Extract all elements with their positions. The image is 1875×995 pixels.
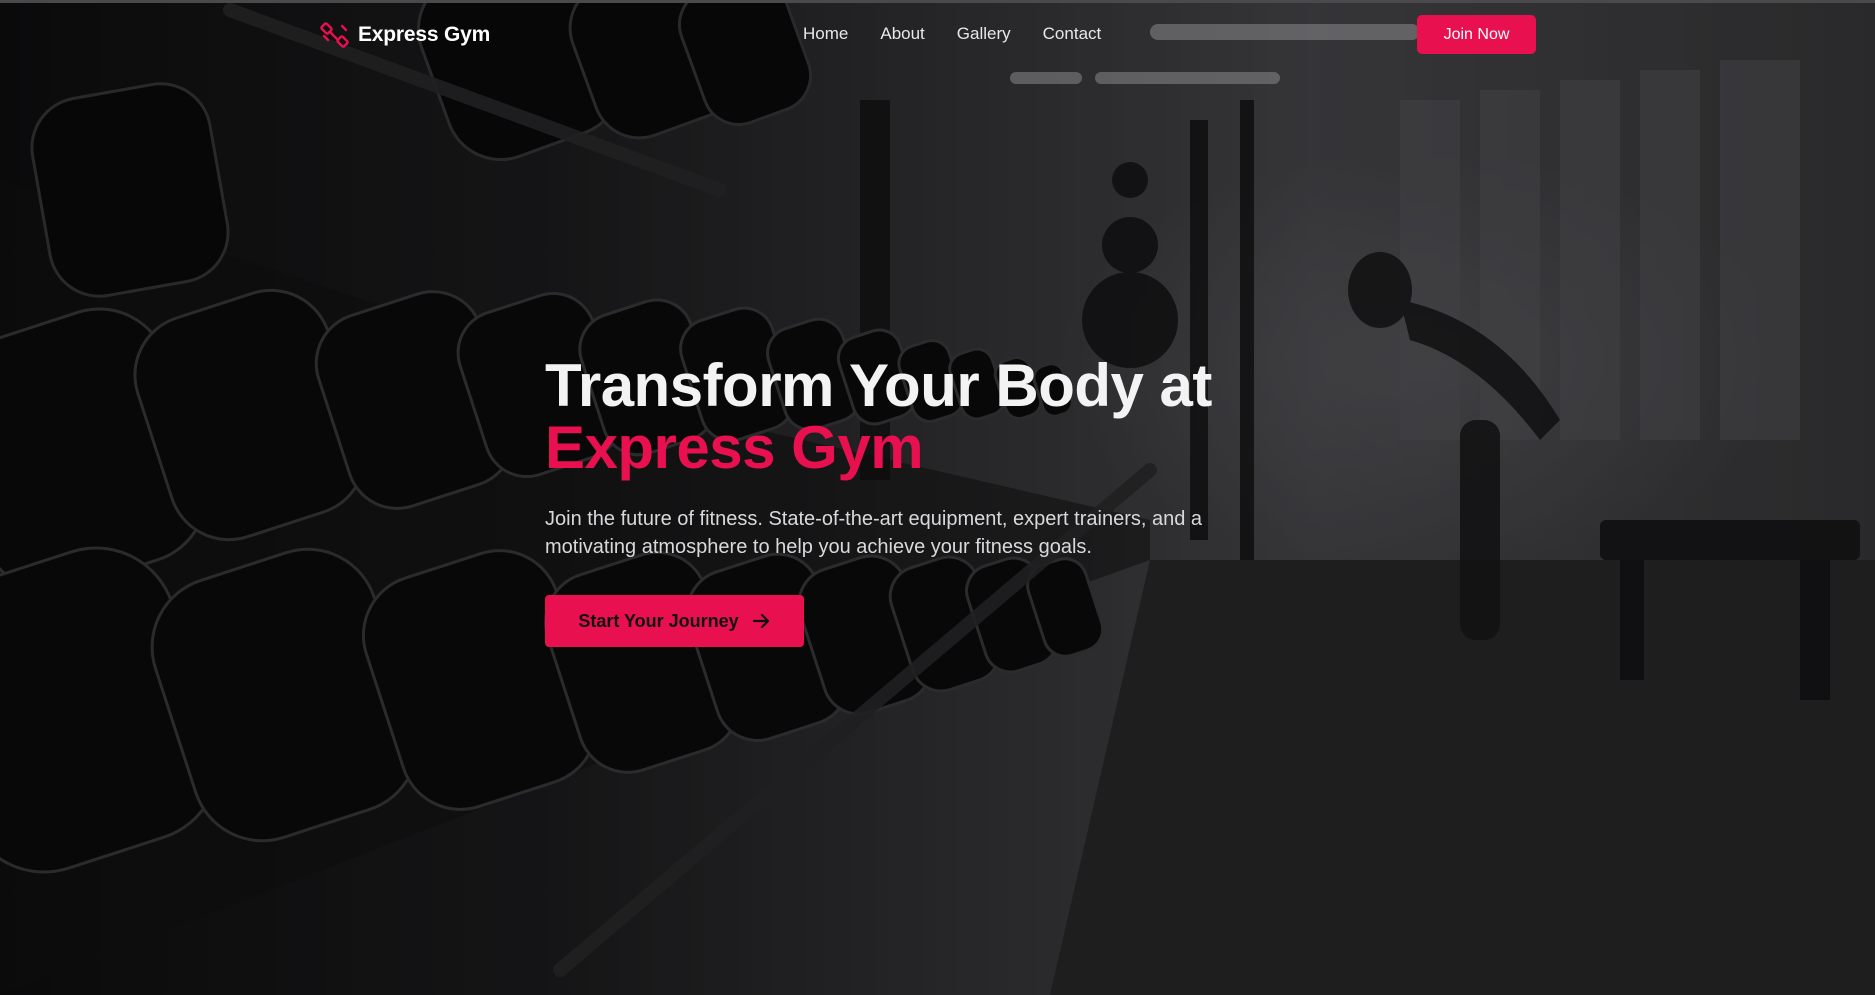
nav-link-gallery[interactable]: Gallery (957, 24, 1011, 44)
hero-section: Transform Your Body at Express Gym Join … (545, 355, 1305, 647)
hero-title-brand: Express Gym (545, 414, 924, 481)
cta-label: Start Your Journey (578, 610, 739, 631)
navbar: Express Gym Home About Gallery Contact J… (0, 0, 1875, 70)
nav-links: Home About Gallery Contact (803, 24, 1101, 44)
hero-title: Transform Your Body at Express Gym (545, 355, 1305, 479)
landing-page: Express Gym Home About Gallery Contact J… (0, 0, 1875, 995)
arrow-right-icon (751, 611, 771, 631)
hero-title-line1: Transform Your Body at (545, 352, 1212, 419)
brand-logo-link[interactable]: Express Gym (320, 20, 490, 50)
nav-link-contact[interactable]: Contact (1043, 24, 1102, 44)
brand-name: Express Gym (358, 23, 491, 46)
nav-link-about[interactable]: About (880, 24, 924, 44)
dumbbell-icon (320, 20, 350, 50)
start-journey-button[interactable]: Start Your Journey (545, 595, 804, 647)
nav-link-home[interactable]: Home (803, 24, 848, 44)
hero-subtitle: Join the future of fitness. State-of-the… (545, 508, 1203, 558)
join-now-button[interactable]: Join Now (1417, 15, 1536, 54)
